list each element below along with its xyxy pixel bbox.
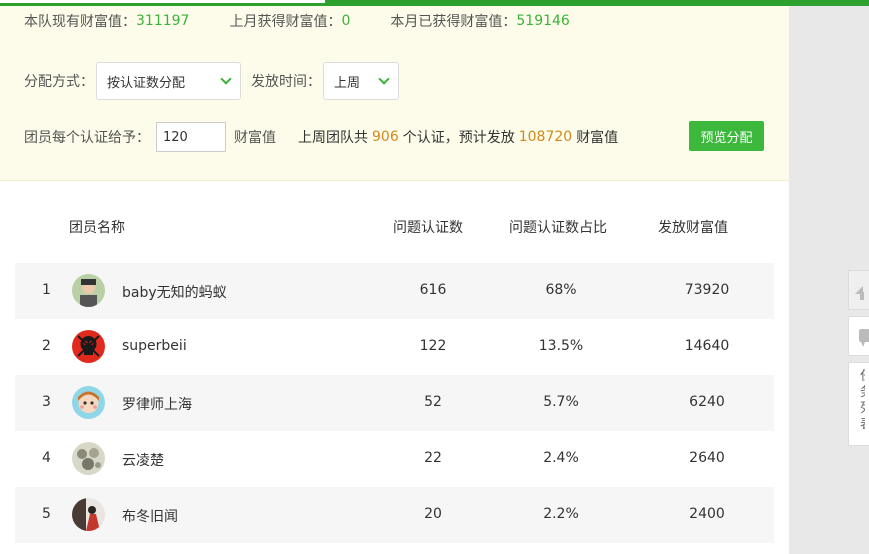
info-total: 108720 (518, 129, 573, 145)
preview-distribution-button[interactable]: 预览分配 (689, 121, 764, 151)
table-header: 团员名称 问题认证数 问题认证数占比 发放财富值 (0, 217, 789, 239)
this-month-label: 本月已获得财富值： (390, 14, 517, 30)
row-index: 4 (42, 450, 51, 466)
last-month-value: 0 (341, 13, 351, 29)
table-row: 3 罗律师上海 52 5.7% 6240 (15, 375, 774, 431)
row-index: 1 (42, 282, 51, 298)
summary-panel: 本队现有财富值： 311197 上月获得财富值： 0 本月已获得财富值： 519… (0, 6, 789, 181)
cert-ratio: 5.7% (543, 394, 579, 410)
row-index: 3 (42, 394, 51, 410)
back-to-top-button[interactable] (848, 270, 869, 310)
cartoon-girl-avatar[interactable] (72, 386, 105, 419)
arrow-up-icon (855, 286, 864, 300)
member-name[interactable]: superbeii (122, 338, 187, 354)
wealth-value: 73920 (684, 282, 730, 298)
cert-ratio: 68% (545, 282, 577, 298)
cert-ratio: 2.4% (543, 450, 579, 466)
wealth-value: 6240 (689, 394, 725, 410)
wealth-value: 14640 (684, 338, 730, 354)
wealth-stats: 本队现有财富值： 311197 上月获得财富值： 0 本月已获得财富值： 519… (24, 11, 570, 31)
chevron-down-icon (220, 73, 232, 85)
team-wealth-value: 311197 (136, 13, 190, 29)
team-wealth-label: 本队现有财富值： (24, 14, 136, 30)
header-count: 问题认证数 (393, 220, 463, 236)
cert-count: 122 (419, 338, 447, 354)
main-panel: 本队现有财富值： 311197 上月获得财富值： 0 本月已获得财富值： 519… (0, 6, 789, 554)
header-name: 团员名称 (69, 220, 125, 236)
cert-count: 22 (424, 450, 442, 466)
table-row: 2 superbeii 122 13.5% 14640 (15, 319, 774, 375)
cert-count: 20 (424, 506, 442, 522)
member-name[interactable]: 罗律师上海 (122, 394, 192, 414)
skull-avatar[interactable] (72, 330, 105, 363)
chevron-down-icon (378, 73, 390, 85)
time-label: 发放时间： (251, 74, 321, 90)
row-index: 5 (42, 506, 51, 522)
member-name[interactable]: baby无知的蚂蚁 (122, 282, 227, 302)
per-cert-input[interactable] (156, 122, 226, 152)
member-name[interactable]: 布冬旧闻 (122, 506, 178, 526)
wealth-value: 2640 (689, 450, 725, 466)
method-label: 分配方式： (24, 74, 94, 90)
info-unit: 财富值 (576, 130, 619, 146)
info-prefix: 上周团队共 (298, 130, 368, 146)
photo-avatar[interactable] (72, 274, 105, 307)
time-select[interactable]: 上周 (323, 62, 399, 100)
table-row: 1 baby无知的蚂蚁 616 68% 73920 (15, 263, 774, 319)
distribution-controls: 分配方式： 按认证数分配 发放时间： 上周 (24, 62, 399, 100)
time-select-value: 上周 (334, 75, 361, 91)
wealth-value: 2400 (689, 506, 725, 522)
member-name[interactable]: 云凌楚 (122, 450, 164, 470)
table-row: 5 布冬旧闻 20 2.2% 2400 (15, 487, 774, 543)
info-mid: 个认证，预计发放 (402, 130, 515, 146)
header-wealth: 发放财富值 (658, 220, 728, 236)
cert-count: 616 (419, 282, 447, 298)
last-month-label: 上月获得财富值： (229, 14, 342, 30)
table-row: 4 云凌楚 22 2.4% 2640 (15, 431, 774, 487)
per-cert-label: 团员每个认证给予： (24, 130, 150, 146)
cert-ratio: 2.2% (543, 506, 579, 522)
cert-ratio: 13.5% (538, 338, 584, 354)
info-cert-count: 906 (372, 129, 399, 145)
task-list-tab[interactable]: 任务列表 (848, 362, 869, 446)
task-list-text: 任务列表 (849, 363, 865, 433)
feedback-button[interactable] (848, 316, 869, 356)
row-index: 2 (42, 338, 51, 354)
this-month-value: 519146 (516, 13, 570, 29)
chat-bubble-icon (859, 329, 869, 347)
method-select-value: 按认证数分配 (107, 75, 186, 91)
silhouette-avatar[interactable] (72, 498, 105, 531)
stone-avatar[interactable] (72, 442, 105, 475)
header-ratio: 问题认证数占比 (509, 220, 607, 236)
per-cert-row: 团员每个认证给予： 财富值 上周团队共 906 个认证，预计发放 108720 … (24, 122, 618, 152)
cert-count: 52 (424, 394, 442, 410)
method-select[interactable]: 按认证数分配 (96, 62, 241, 100)
per-cert-unit: 财富值 (234, 130, 276, 146)
